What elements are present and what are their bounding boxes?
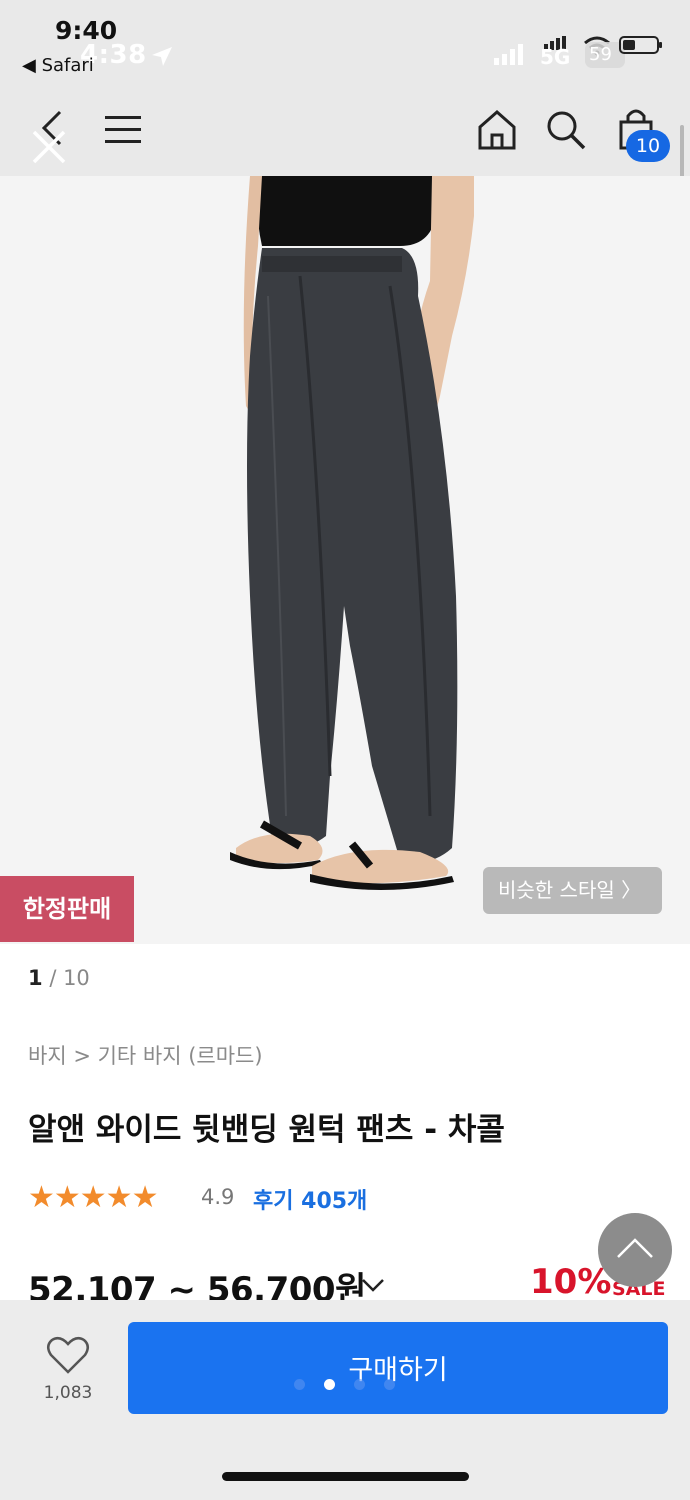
- rating-stars: ★★★★★: [28, 1180, 158, 1215]
- similar-style-button[interactable]: 비슷한 스타일 〉: [483, 867, 662, 914]
- page-dot: [384, 1379, 395, 1390]
- chevron-down-icon[interactable]: [360, 1275, 386, 1295]
- back-to-safari-link[interactable]: ◀ Safari: [22, 55, 94, 76]
- back-icon[interactable]: [30, 106, 70, 164]
- battery-level: 59: [589, 44, 612, 65]
- page-dot-active: [324, 1379, 335, 1390]
- network-type: 5G: [540, 45, 571, 69]
- home-icon[interactable]: [477, 109, 517, 151]
- menu-icon[interactable]: [104, 114, 142, 146]
- buy-button-label: 구매하기: [348, 1355, 448, 1386]
- image-page-counter: 1 / 10: [28, 966, 90, 990]
- chevron-up-icon: [617, 1238, 653, 1258]
- product-title: 알앤 와이드 뒷밴딩 원턱 팬츠 - 차콜: [28, 1112, 505, 1148]
- rating-value: 4.9: [201, 1185, 235, 1209]
- scroll-to-top-button[interactable]: [598, 1213, 672, 1287]
- breadcrumb[interactable]: 바지 > 기타 바지 (르마드): [28, 1040, 263, 1070]
- reviews-link[interactable]: 후기 405개: [253, 1183, 367, 1215]
- search-icon[interactable]: [545, 109, 587, 151]
- location-arrow-icon: [152, 47, 172, 66]
- cart-count-badge: 10: [626, 130, 670, 162]
- page-dot: [294, 1379, 305, 1390]
- product-image[interactable]: [0, 176, 690, 944]
- limited-sale-badge: 한정판매: [0, 876, 134, 942]
- product-photo-illustration: [0, 176, 690, 944]
- heart-icon[interactable]: [46, 1336, 90, 1376]
- page-dot: [354, 1379, 365, 1390]
- cellular-signal-icon: [494, 44, 523, 65]
- like-count: 1,083: [43, 1383, 93, 1403]
- battery-small-icon: [619, 36, 662, 54]
- image-page-total: / 10: [49, 966, 90, 990]
- home-indicator[interactable]: [222, 1472, 469, 1481]
- image-page-current: 1: [28, 966, 43, 990]
